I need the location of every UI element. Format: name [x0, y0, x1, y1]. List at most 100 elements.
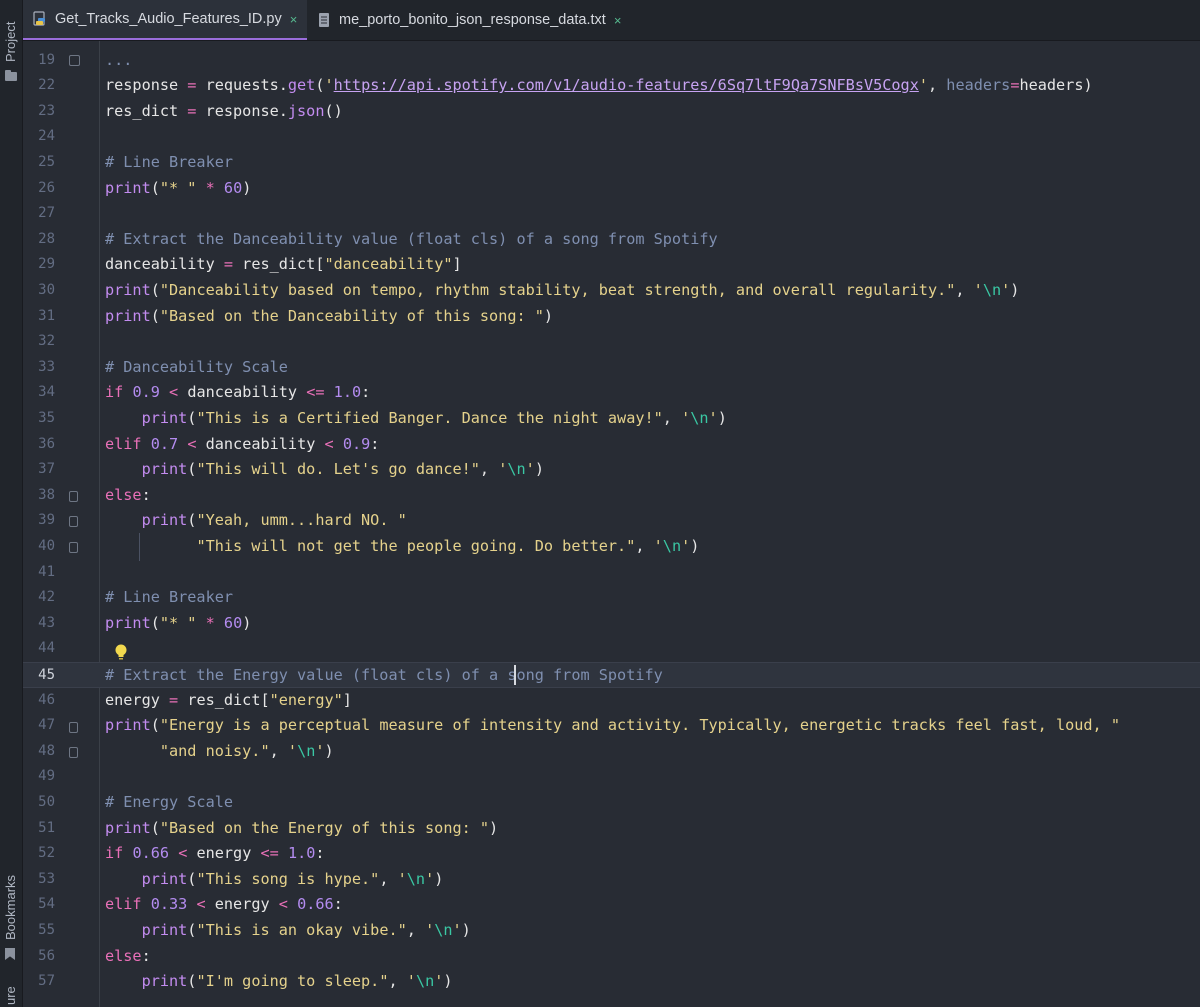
code-line[interactable]: 31 print("Based on the Danceability of th…	[23, 304, 1200, 330]
close-icon[interactable]: ×	[614, 13, 622, 28]
fold-expand-icon[interactable]	[69, 55, 80, 66]
code-line[interactable]: 48 "and noisy.", '\n')	[23, 739, 1200, 765]
code-line[interactable]: 32	[23, 329, 1200, 355]
line-number: 24	[38, 128, 55, 145]
fold-marker-icon[interactable]	[69, 516, 78, 527]
code-line[interactable]: 26 print("* " * 60)	[23, 176, 1200, 202]
fold-marker-icon[interactable]	[69, 747, 78, 758]
code-line[interactable]: 35 print("This is a Certified Banger. Da…	[23, 406, 1200, 432]
line-number: 44	[38, 640, 55, 657]
code-text[interactable]: else:	[105, 483, 151, 509]
line-number: 50	[38, 794, 55, 810]
code-line[interactable]: 24	[23, 124, 1200, 150]
code-text[interactable]: if 0.66 < energy <= 1.0:	[105, 841, 325, 867]
code-line[interactable]: 52 if 0.66 < energy <= 1.0:	[23, 841, 1200, 867]
code-text[interactable]: print("This will do. Let's go dance!", '…	[105, 457, 544, 483]
line-number: 57	[38, 973, 55, 990]
tab-get-tracks-audio-features[interactable]: Get_Tracks_Audio_Features_ID.py ×	[23, 0, 307, 40]
code-text[interactable]: elif 0.33 < energy < 0.66:	[105, 892, 343, 918]
fold-marker-icon[interactable]	[69, 491, 78, 502]
code-line[interactable]: 22 response = requests.get('https://api.s…	[23, 73, 1200, 99]
code-line[interactable]: 41	[23, 560, 1200, 586]
code-text[interactable]: print("Based on the Danceability of this…	[105, 304, 553, 330]
code-line[interactable]: 49	[23, 764, 1200, 790]
code-text[interactable]: danceability = res_dict["danceability"]	[105, 252, 462, 278]
bookmark-icon[interactable]	[5, 948, 15, 960]
code-line[interactable]: 33 # Danceability Scale	[23, 355, 1200, 381]
tab-label: me_porto_bonito_json_response_data.txt	[339, 12, 606, 28]
code-text[interactable]: print("This is an okay vibe.", '\n')	[105, 918, 471, 944]
code-text[interactable]: if 0.9 < danceability <= 1.0:	[105, 380, 370, 406]
line-number: 52	[38, 845, 55, 862]
code-text[interactable]: print("Based on the Energy of this song:…	[105, 816, 498, 842]
line-number: 35	[38, 410, 55, 426]
code-text[interactable]: # Line Breaker	[105, 585, 233, 611]
code-line[interactable]: 42 # Line Breaker	[23, 585, 1200, 611]
code-line[interactable]: 36 elif 0.7 < danceability < 0.9:	[23, 432, 1200, 458]
line-number: 32	[38, 333, 55, 350]
code-line[interactable]: 30 print("Danceability based on tempo, rh…	[23, 278, 1200, 304]
code-line[interactable]: 19...	[23, 48, 1200, 74]
code-line[interactable]: 40 "This will not get the people going. …	[23, 534, 1200, 560]
code-text[interactable]: print("* " * 60)	[105, 176, 251, 202]
code-line[interactable]: 29 danceability = res_dict["danceability"…	[23, 252, 1200, 278]
code-line[interactable]: 39 print("Yeah, umm...hard NO. "	[23, 508, 1200, 534]
code-text[interactable]: # Energy Scale	[105, 790, 233, 816]
code-line[interactable]: 25 # Line Breaker	[23, 150, 1200, 176]
structure-tool-button[interactable]: ure	[3, 986, 18, 1005]
code-text[interactable]: print("* " * 60)	[105, 611, 251, 637]
code-text[interactable]: print("I'm going to sleep.", '\n')	[105, 969, 453, 995]
code-text[interactable]: "and noisy.", '\n')	[105, 739, 334, 765]
code-text[interactable]: print("Yeah, umm...hard NO. "	[105, 508, 407, 534]
code-text[interactable]: elif 0.7 < danceability < 0.9:	[105, 432, 379, 458]
line-number: 31	[38, 307, 55, 324]
code-text[interactable]: response = requests.get('https://api.spo…	[105, 73, 1093, 99]
fold-marker-icon[interactable]	[69, 542, 78, 553]
code-text[interactable]: res_dict = response.json()	[105, 99, 343, 125]
code-text[interactable]: # Danceability Scale	[105, 355, 288, 381]
code-text[interactable]: print("Energy is a perceptual measure of…	[105, 713, 1120, 739]
code-line[interactable]: 37 print("This will do. Let's go dance!"…	[23, 457, 1200, 483]
folder-icon[interactable]	[5, 70, 17, 81]
python-file-icon	[33, 11, 45, 26]
code-line[interactable]: 47 print("Energy is a perceptual measure …	[23, 713, 1200, 739]
close-icon[interactable]: ×	[290, 12, 298, 27]
text-file-icon	[319, 13, 329, 27]
code-line[interactable]: 45 # Extract the Energy value (float cls)…	[23, 662, 1200, 688]
code-text[interactable]: # Extract the Energy value (float cls) o…	[105, 663, 663, 689]
code-line[interactable]: 27	[23, 201, 1200, 227]
tab-me-porto-bonito-json[interactable]: me_porto_bonito_json_response_data.txt ×	[307, 0, 647, 40]
code-line[interactable]: 46 energy = res_dict["energy"]	[23, 688, 1200, 714]
code-line[interactable]: 50 # Energy Scale	[23, 790, 1200, 816]
code-text[interactable]: "This will not get the people going. Do …	[105, 534, 699, 560]
code-line[interactable]: 55 print("This is an okay vibe.", '\n')	[23, 918, 1200, 944]
code-line[interactable]: 28 # Extract the Danceability value (floa…	[23, 227, 1200, 253]
code-line[interactable]: 54 elif 0.33 < energy < 0.66:	[23, 892, 1200, 918]
tool-window-sidebar: Project Bookmarks ure	[0, 0, 23, 1007]
code-text[interactable]: ...	[105, 48, 132, 74]
code-line[interactable]: 57 print("I'm going to sleep.", '\n')	[23, 969, 1200, 995]
lightbulb-icon[interactable]	[115, 644, 127, 661]
line-number: 23	[38, 102, 55, 119]
code-line[interactable]: 43 print("* " * 60)	[23, 611, 1200, 637]
line-number: 25	[38, 154, 55, 170]
code-text[interactable]: energy = res_dict["energy"]	[105, 688, 352, 714]
code-text[interactable]: print("This song is hype.", '\n')	[105, 867, 444, 893]
code-text[interactable]: # Extract the Danceability value (float …	[105, 227, 718, 253]
project-tool-button[interactable]: Project	[3, 22, 18, 62]
code-line[interactable]: 53 print("This song is hype.", '\n')	[23, 867, 1200, 893]
code-text[interactable]: print("Danceability based on tempo, rhyt…	[105, 278, 1019, 304]
code-line[interactable]: 44	[23, 636, 1200, 662]
code-line[interactable]: 38 else:	[23, 483, 1200, 509]
line-number: 42	[38, 589, 55, 606]
line-number: 55	[38, 922, 55, 938]
code-line[interactable]: 51 print("Based on the Energy of this son…	[23, 816, 1200, 842]
code-line[interactable]: 56 else:	[23, 944, 1200, 970]
fold-marker-icon[interactable]	[69, 722, 78, 733]
code-text[interactable]: else:	[105, 944, 151, 970]
code-line[interactable]: 34 if 0.9 < danceability <= 1.0:	[23, 380, 1200, 406]
code-text[interactable]: # Line Breaker	[105, 150, 233, 176]
code-line[interactable]: 23 res_dict = response.json()	[23, 99, 1200, 125]
code-text[interactable]: print("This is a Certified Banger. Dance…	[105, 406, 727, 432]
bookmarks-tool-button[interactable]: Bookmarks	[3, 875, 18, 940]
